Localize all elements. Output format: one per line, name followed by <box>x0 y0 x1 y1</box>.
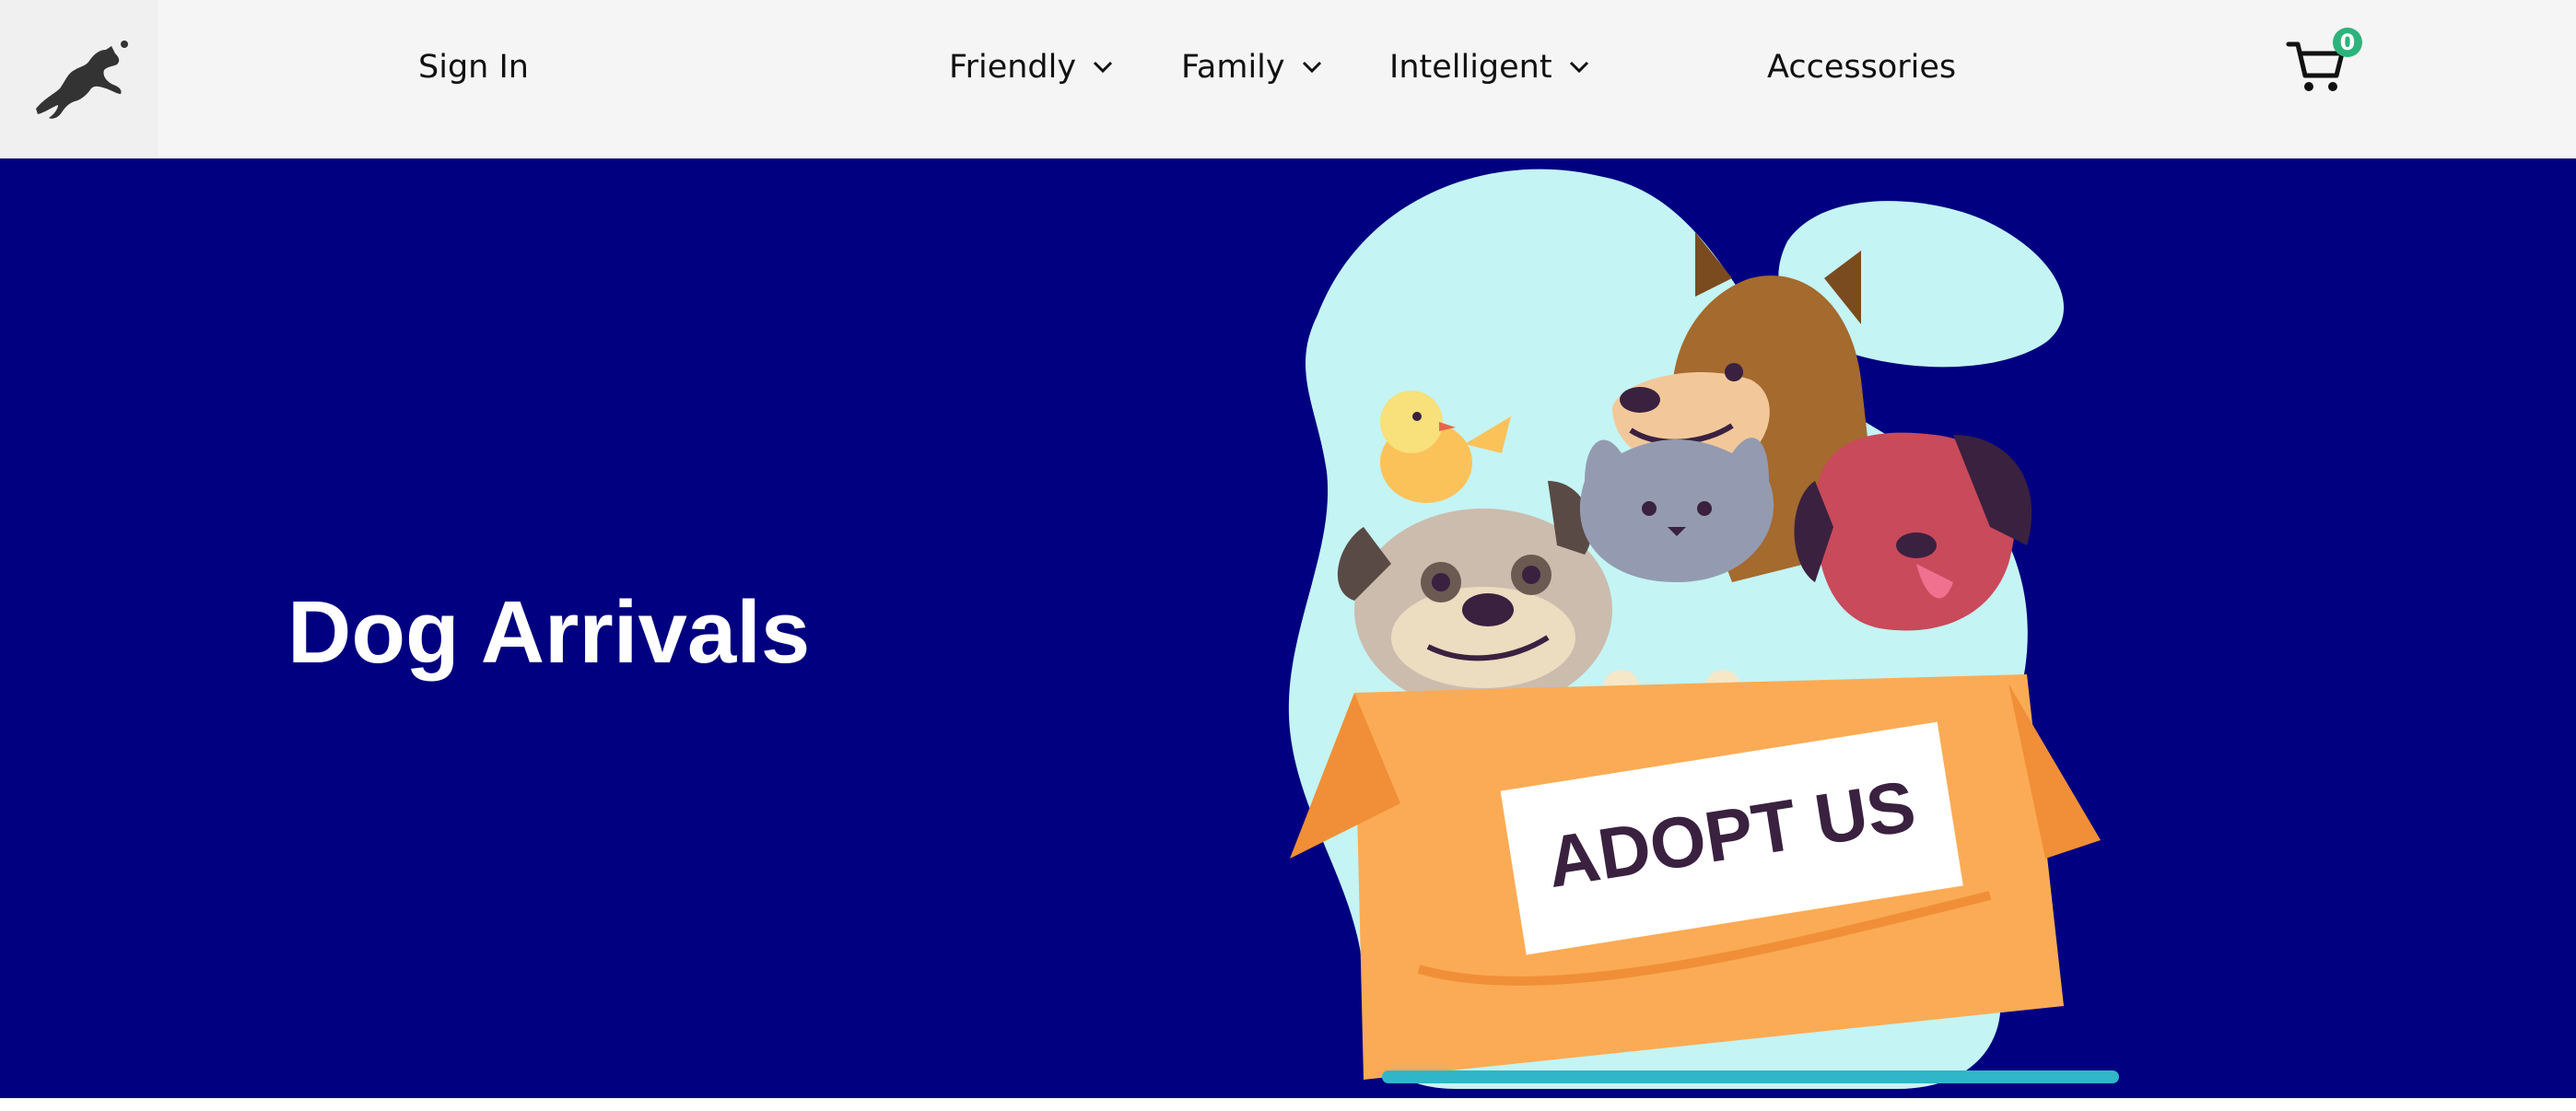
nav-dropdown-intelligent[interactable]: Intelligent <box>1389 44 1589 90</box>
adopt-us-pets-illustration: ADOPT US <box>1288 169 2119 1089</box>
nav-friendly-label: Friendly <box>949 49 1077 86</box>
chevron-down-icon <box>1569 61 1588 74</box>
sign-in-label: Sign In <box>418 49 529 86</box>
hero-banner: Dog Arrivals ADOPT US <box>0 158 2576 1098</box>
nav-dropdown-family[interactable]: Family <box>1181 44 1322 90</box>
nav-accessories-link[interactable]: Accessories <box>1767 44 1956 90</box>
sign-in-link[interactable]: Sign In <box>418 44 529 90</box>
nav-accessories-label: Accessories <box>1767 49 1957 86</box>
chevron-down-icon <box>1094 61 1113 74</box>
nav-dropdown-friendly[interactable]: Friendly <box>949 44 1113 90</box>
top-navbar: Sign In Friendly Family Intelligent Acce… <box>0 0 2576 158</box>
ground-line <box>1382 1070 2119 1083</box>
page-bottom-strip <box>0 1098 2576 1111</box>
cart-count-badge: 0 <box>2333 28 2362 57</box>
chevron-down-icon <box>1302 61 1321 74</box>
site-logo[interactable] <box>0 0 158 158</box>
jumping-dog-logo-icon <box>36 41 128 119</box>
nav-family-label: Family <box>1181 49 1285 86</box>
nav-intelligent-label: Intelligent <box>1389 49 1552 86</box>
hero-title: Dog Arrivals <box>287 583 811 682</box>
